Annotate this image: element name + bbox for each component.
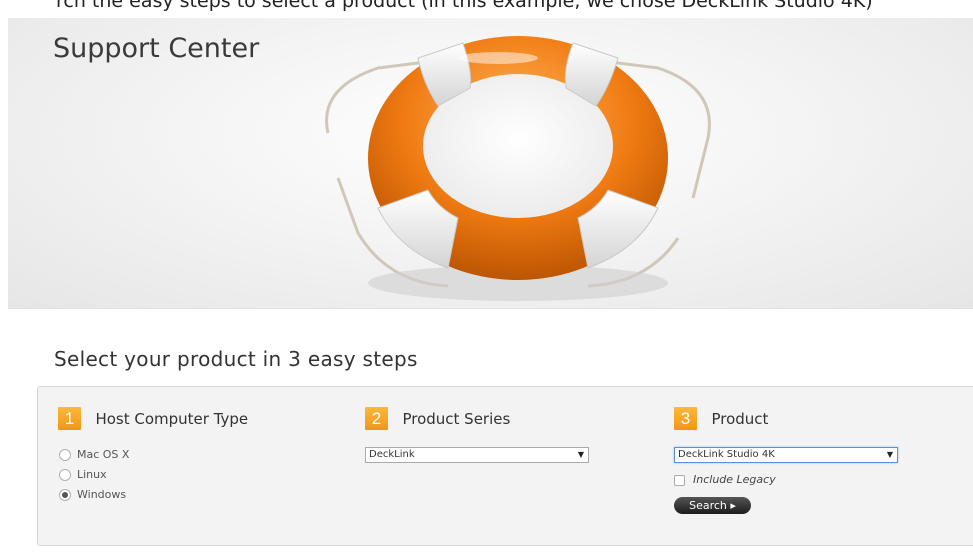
product-select[interactable]: DeckLink Studio 4K ▼	[674, 447, 898, 463]
radio-mac-os-x[interactable]: Mac OS X	[59, 448, 129, 461]
radio-label: Linux	[77, 468, 107, 481]
include-legacy-checkbox[interactable]	[674, 474, 685, 486]
step-1-title: Host Computer Type	[95, 409, 249, 428]
include-legacy-label: Include Legacy	[693, 473, 776, 486]
search-button[interactable]: Search ▸	[674, 497, 751, 514]
radio-windows[interactable]: Windows	[59, 488, 126, 501]
step-2-title: Product Series	[402, 409, 511, 428]
include-legacy-option[interactable]: Include Legacy	[674, 473, 776, 486]
step-3-badge: 3	[674, 407, 697, 430]
page-title: Support Center	[53, 33, 260, 64]
product-series-value: DeckLink	[369, 449, 415, 460]
dropdown-arrow-icon: ▼	[577, 450, 584, 459]
step-1: 1 Host Computer Type	[58, 407, 248, 430]
top-caption-strip: rch the easy steps to select a product (…	[0, 0, 973, 18]
step-3: 3 Product	[674, 407, 768, 430]
radio-button[interactable]	[59, 469, 71, 481]
dropdown-arrow-icon: ▼	[886, 450, 893, 459]
top-caption-text: rch the easy steps to select a product (…	[56, 0, 873, 12]
hero-banner: Support Center	[8, 18, 973, 309]
radio-label: Windows	[77, 488, 127, 501]
radio-linux[interactable]: Linux	[59, 468, 107, 481]
product-series-select[interactable]: DeckLink ▼	[365, 447, 589, 463]
step-2-badge: 2	[365, 407, 388, 430]
step-3-title: Product	[711, 409, 769, 428]
radio-label: Mac OS X	[77, 448, 130, 461]
product-selector-panel: 1 Host Computer Type Mac OS X Linux Wind…	[37, 386, 973, 546]
radio-button[interactable]	[59, 449, 71, 461]
product-value: DeckLink Studio 4K	[678, 449, 775, 460]
radio-button-selected[interactable]	[59, 489, 71, 501]
step-2: 2 Product Series	[365, 407, 510, 430]
step-1-badge: 1	[58, 407, 81, 430]
lifebuoy-image	[325, 36, 711, 301]
steps-heading: Select your product in 3 easy steps	[54, 347, 418, 371]
